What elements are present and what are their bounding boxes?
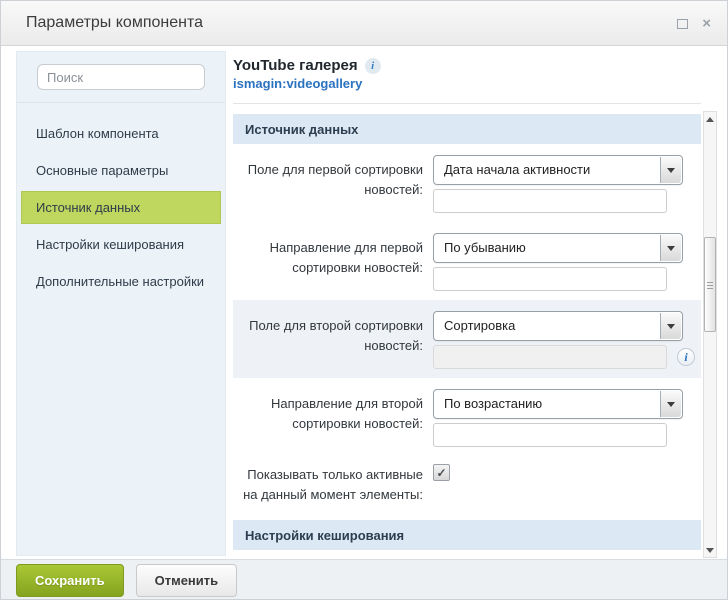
form-row-second-sort-field: Поле для второй сортировки новостей: Сор…	[233, 300, 701, 378]
scroll-up-icon[interactable]	[704, 112, 716, 126]
search-input[interactable]	[37, 64, 205, 90]
field-label: Направление для второй сортировки новост…	[233, 389, 433, 447]
sidebar-item-data-source[interactable]: Источник данных	[21, 191, 221, 224]
form-row-second-sort-direction: Направление для второй сортировки новост…	[233, 378, 701, 456]
component-title: YouTube галерея	[233, 57, 358, 74]
first-sort-direction-select[interactable]: По убыванию	[433, 233, 683, 263]
scrollbar-thumb[interactable]	[704, 237, 716, 332]
second-sort-field-input	[433, 345, 667, 369]
section-header-cache-settings: Настройки кеширования	[233, 520, 701, 550]
first-sort-direction-input[interactable]	[433, 267, 667, 291]
component-heading: YouTube галерея i	[233, 51, 701, 74]
section-header-data-source: Источник данных	[233, 114, 701, 144]
form-row-first-sort-direction: Направление для первой сортировки новост…	[233, 222, 701, 300]
check-icon: ✓	[436, 466, 446, 480]
sidebar-item-template[interactable]: Шаблон компонента	[21, 117, 221, 150]
vertical-scrollbar[interactable]	[703, 111, 717, 558]
info-icon[interactable]: i	[677, 348, 695, 366]
first-sort-field-select[interactable]: Дата начала активности	[433, 155, 683, 185]
field-label: Направление для первой сортировки новост…	[233, 233, 433, 291]
chevron-down-icon[interactable]	[660, 391, 681, 417]
sidebar-divider	[17, 102, 225, 103]
form-row-cache-type: Авто + Управляемое	[233, 550, 701, 558]
close-icon[interactable]: ×	[702, 16, 711, 31]
sidebar: Шаблон компонента Основные параметры Ист…	[16, 51, 226, 556]
dialog-title: Параметры компонента	[1, 14, 203, 32]
heading-divider	[233, 103, 701, 104]
info-icon[interactable]: i	[365, 58, 381, 74]
sidebar-item-cache-settings[interactable]: Настройки кеширования	[21, 228, 221, 261]
footer-bar: Сохранить Отменить	[1, 559, 728, 600]
chevron-down-icon[interactable]	[660, 235, 681, 261]
maximize-icon[interactable]	[677, 17, 688, 31]
component-id-link[interactable]: ismagin:videogallery	[233, 76, 362, 91]
sidebar-item-main-params[interactable]: Основные параметры	[21, 154, 221, 187]
form-row-active-only: Показывать только активные на данный мом…	[233, 456, 701, 514]
scroll-down-icon[interactable]	[704, 543, 716, 557]
field-label: Поле для второй сортировки новостей:	[233, 311, 433, 369]
sidebar-item-additional-settings[interactable]: Дополнительные настройки	[21, 265, 221, 298]
chevron-down-icon[interactable]	[660, 157, 681, 183]
active-only-checkbox[interactable]: ✓	[433, 464, 450, 481]
field-label: Поле для первой сортировки новостей:	[233, 155, 433, 213]
field-label: Показывать только активные на данный мом…	[233, 460, 433, 505]
content-panel: YouTube галерея i ismagin:videogallery И…	[233, 51, 701, 556]
second-sort-field-select[interactable]: Сортировка	[433, 311, 683, 341]
first-sort-field-input[interactable]	[433, 189, 667, 213]
component-parameters-dialog: Параметры компонента × Шаблон компонента…	[0, 0, 728, 600]
chevron-down-icon[interactable]	[660, 313, 681, 339]
second-sort-direction-select[interactable]: По возрастанию	[433, 389, 683, 419]
form-row-first-sort-field: Поле для первой сортировки новостей: Дат…	[233, 144, 701, 222]
dialog-titlebar: Параметры компонента ×	[1, 1, 727, 46]
window-controls: ×	[677, 1, 711, 46]
second-sort-direction-input[interactable]	[433, 423, 667, 447]
save-button[interactable]: Сохранить	[16, 564, 124, 597]
form-scroll-area: Источник данных Поле для первой сортиров…	[233, 114, 701, 558]
cancel-button[interactable]: Отменить	[136, 564, 238, 597]
